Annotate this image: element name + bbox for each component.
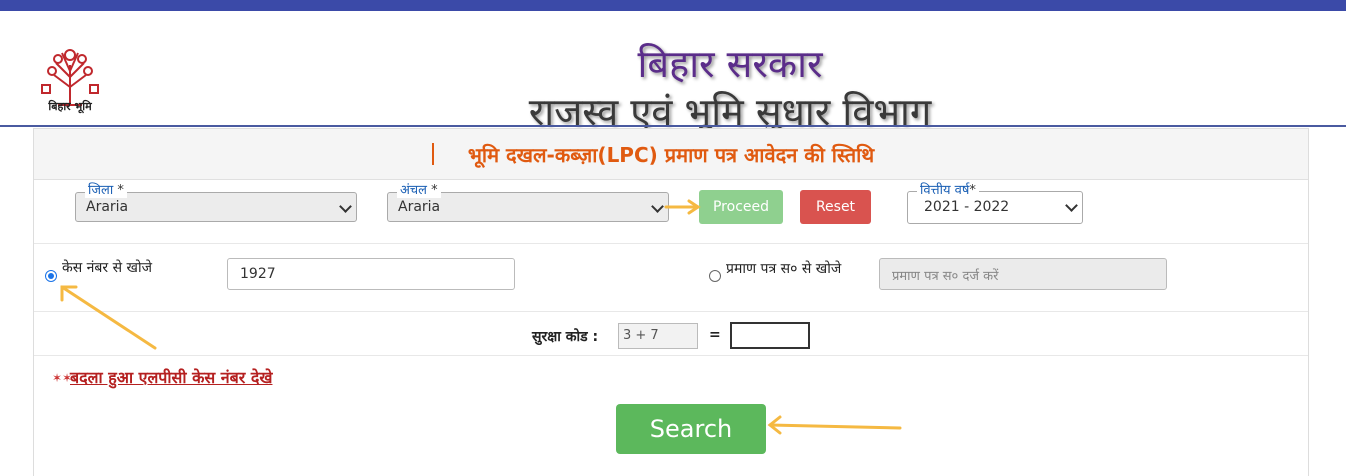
annotation-arrow-icon	[60, 199, 902, 435]
